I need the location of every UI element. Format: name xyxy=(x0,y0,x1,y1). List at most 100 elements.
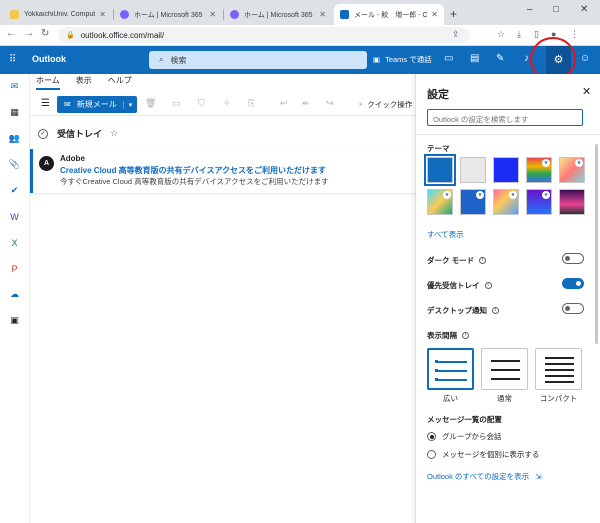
word-icon[interactable]: W xyxy=(8,210,21,223)
m365-favicon-icon xyxy=(120,10,129,19)
browser-tab-title: ホーム | Microsoft 365 xyxy=(244,11,313,19)
m365-favicon-icon xyxy=(230,10,239,19)
bookmark-star-icon[interactable]: ☆ xyxy=(497,29,505,40)
close-icon[interactable]: ✕ xyxy=(431,10,438,19)
onedrive-icon[interactable]: ☁ xyxy=(8,288,21,301)
move-icon[interactable]: ⎘ xyxy=(248,98,255,109)
minimize-button[interactable]: – xyxy=(527,4,533,15)
list-item[interactable]: A Adobe Creative Cloud 高等教育版の共有デバイスアクセスを… xyxy=(30,149,415,193)
star-badge-icon: ★ xyxy=(542,159,550,167)
account-icon[interactable]: ☺ xyxy=(580,53,590,64)
teams-app-icon[interactable]: ▤ xyxy=(470,53,479,64)
select-all-circle-icon[interactable]: ✓ xyxy=(38,128,48,139)
report-icon[interactable]: ⛉ xyxy=(198,98,205,109)
theme-sunset[interactable] xyxy=(559,189,585,215)
theme-pastel[interactable]: ★ xyxy=(559,157,585,183)
search-box[interactable]: ⌕ 検索 xyxy=(149,51,367,69)
teams-call-button[interactable]: ▣ Teams で通話 xyxy=(373,54,432,65)
outlook-brand[interactable]: Outlook xyxy=(32,54,66,64)
tab-help[interactable]: ヘルプ xyxy=(108,75,132,90)
density-option-cozy[interactable] xyxy=(481,348,528,390)
info-icon[interactable]: i xyxy=(479,257,487,264)
attachment-icon[interactable]: 📎 xyxy=(8,158,21,171)
lock-icon[interactable]: 🔒 xyxy=(66,31,75,39)
sweep-icon[interactable]: ✧ xyxy=(223,98,231,109)
close-window-button[interactable]: ✕ xyxy=(580,4,588,15)
radio-group-by-conversation[interactable]: グループから会話 xyxy=(427,431,502,442)
divider xyxy=(416,134,600,135)
calendar-icon[interactable]: ▦ xyxy=(8,106,21,119)
menu-kebab-icon[interactable]: ⋮ xyxy=(570,29,579,40)
theme-rainbow[interactable]: ★ xyxy=(526,157,552,183)
browser-tab-m365-1[interactable]: ホーム | Microsoft 365 ✕ xyxy=(114,4,222,25)
more-apps-icon[interactable]: ▣ xyxy=(8,314,21,327)
close-icon[interactable]: ✕ xyxy=(209,10,216,19)
favorite-star-icon[interactable]: ☆ xyxy=(110,128,118,139)
chat-icon[interactable]: ▭ xyxy=(444,53,453,64)
inbox-header: ✓ 受信トレイ ☆ xyxy=(38,127,118,140)
settings-search-input[interactable] xyxy=(427,109,583,126)
settings-scrollbar[interactable] xyxy=(595,144,598,344)
info-icon[interactable]: i xyxy=(484,282,492,289)
show-all-themes-link[interactable]: すべて表示 xyxy=(427,229,464,240)
tab-view[interactable]: 表示 xyxy=(76,75,92,90)
info-icon[interactable]: i xyxy=(462,332,469,339)
all-settings-link[interactable]: Outlook のすべての設定を表示 ⇲ xyxy=(427,471,542,482)
focused-inbox-toggle[interactable] xyxy=(562,278,584,289)
reply-all-icon[interactable]: ↞ xyxy=(302,98,310,109)
new-tab-button[interactable]: + xyxy=(450,7,457,21)
reload-icon[interactable]: ↻ xyxy=(41,28,49,39)
browser-tab-m365-2[interactable]: ホーム | Microsoft 365 ✕ xyxy=(224,4,332,25)
powerpoint-icon[interactable]: P xyxy=(8,262,21,275)
delete-icon[interactable]: 🗑 xyxy=(145,98,156,109)
desktop-notification-toggle[interactable] xyxy=(562,303,584,314)
teams-icon: ▣ xyxy=(373,55,381,64)
url-field[interactable]: 🔒 outlook.office.com/mail/ xyxy=(58,27,470,43)
app-launcher-icon[interactable]: ⠿ xyxy=(9,54,16,65)
side-panel-icon[interactable]: ▯ xyxy=(534,29,539,40)
forward-arrow-icon[interactable]: → xyxy=(24,28,34,39)
density-option-compact[interactable] xyxy=(535,348,582,390)
share-icon[interactable]: ⇪ xyxy=(452,29,460,40)
radio-individual-messages[interactable]: メッセージを個別に表示する xyxy=(427,449,539,460)
ribbon-toolbar: ☰ ✉ 新規メール ▾ 🗑 ▭ ⛉ ✧ ⎘ ↩ ↞ ↪ ⚡ クイック操作 xyxy=(30,94,415,116)
avatar: A xyxy=(39,156,54,171)
close-icon[interactable]: ✕ xyxy=(582,85,591,98)
note-icon[interactable]: ✎ xyxy=(496,53,504,64)
maximize-button[interactable]: □ xyxy=(553,4,559,15)
theme-blue[interactable] xyxy=(424,154,456,186)
tab-home[interactable]: ホーム xyxy=(36,75,60,90)
people-icon[interactable]: 👥 xyxy=(8,132,21,145)
radio-label: メッセージを個別に表示する xyxy=(442,450,540,459)
theme-light[interactable] xyxy=(460,157,486,183)
dark-mode-toggle[interactable] xyxy=(562,253,584,264)
bell-icon[interactable]: ♪ xyxy=(524,53,529,64)
mail-icon[interactable]: ✉ xyxy=(8,80,21,93)
message-sender: Adobe xyxy=(60,154,85,163)
chevron-down-icon[interactable]: ▾ xyxy=(123,100,137,109)
todo-check-icon[interactable]: ✔ xyxy=(8,184,21,197)
new-mail-button[interactable]: ✉ 新規メール ▾ xyxy=(57,96,137,113)
download-icon[interactable]: ⤓ xyxy=(517,29,521,40)
quick-steps-button[interactable]: ⚡ クイック操作 xyxy=(358,99,412,110)
star-badge-icon: ★ xyxy=(575,159,583,167)
forward-icon[interactable]: ↪ xyxy=(326,98,334,109)
close-icon[interactable]: ✕ xyxy=(319,10,326,19)
archive-icon[interactable]: ▭ xyxy=(172,98,181,109)
browser-tab-yokkaichi[interactable]: YokkaichiUniv. Compute ✕ xyxy=(4,4,112,25)
theme-paint[interactable]: ★ xyxy=(427,189,453,215)
density-option-roomy[interactable] xyxy=(427,348,474,390)
yokkaichi-favicon-icon xyxy=(10,10,19,19)
theme-purple[interactable]: ★ xyxy=(526,189,552,215)
info-icon[interactable]: i xyxy=(492,307,499,314)
hamburger-menu-icon[interactable]: ☰ xyxy=(41,98,50,109)
excel-icon[interactable]: X xyxy=(8,236,21,249)
close-icon[interactable]: ✕ xyxy=(99,10,106,19)
theme-navy[interactable] xyxy=(493,157,519,183)
back-arrow-icon[interactable]: ← xyxy=(6,28,16,39)
browser-tab-outlook[interactable]: メール - 鮫 増一郎 - Out ✕ xyxy=(334,4,444,25)
theme-palms[interactable]: ★ xyxy=(493,189,519,215)
search-icon: ⌕ xyxy=(159,55,164,64)
theme-circuit[interactable]: ★ xyxy=(460,189,486,215)
reply-icon[interactable]: ↩ xyxy=(280,98,288,109)
